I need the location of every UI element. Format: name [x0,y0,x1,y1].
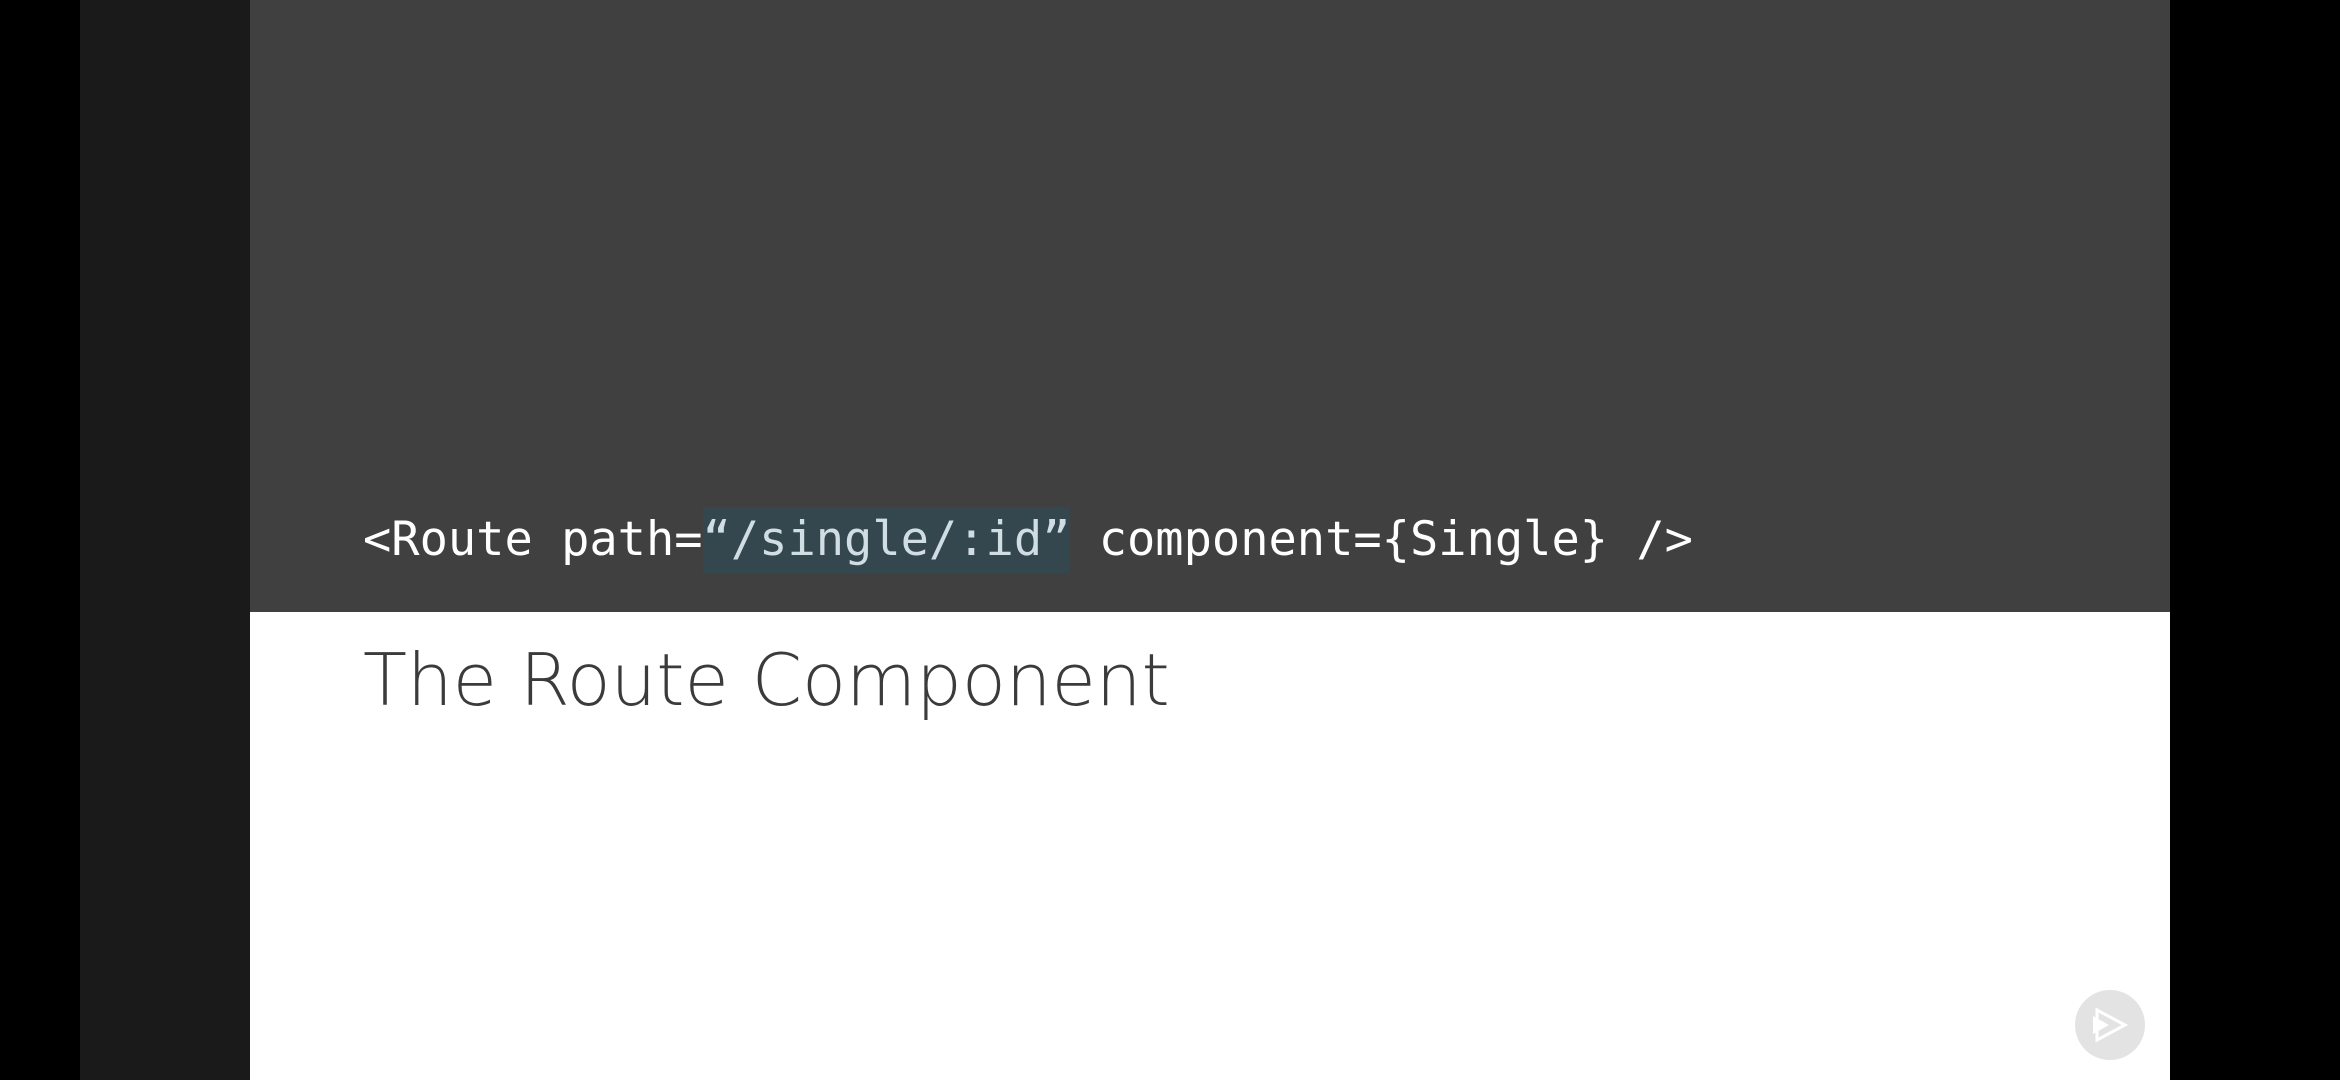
slide-title: The Route Component [363,638,1170,722]
pillarbox-left [80,0,250,1080]
code-text-after: component={Single} /> [1070,512,1693,567]
code-panel: <Route path=“/single/:id” component={Sin… [250,0,2170,612]
play-logo-icon [2075,990,2145,1060]
code-line: <Route path=“/single/:id” component={Sin… [363,505,1693,575]
video-player-screen: <Route path=“/single/:id” component={Sin… [0,0,2340,1080]
presentation-slide[interactable]: <Route path=“/single/:id” component={Sin… [250,0,2170,1080]
screen-edge-right [2170,0,2340,1080]
play-logo-glyph [2093,1007,2129,1043]
code-highlighted-path: “/single/:id” [702,507,1071,573]
code-text-before: <Route path= [363,512,703,567]
